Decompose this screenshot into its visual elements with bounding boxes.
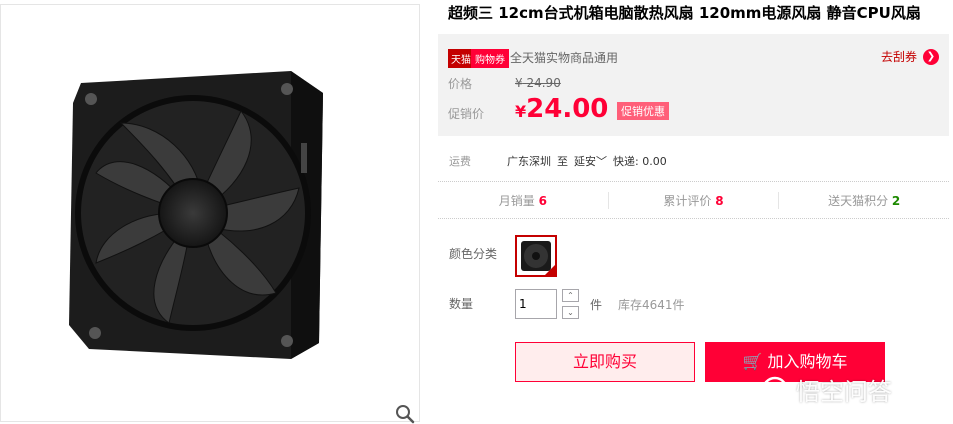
stat-label: 送天猫积分 [828, 193, 889, 208]
stat-points: 送天猫积分 2 [779, 192, 949, 209]
selected-check-icon [544, 264, 556, 276]
promo-price-label: 促销价 [448, 107, 485, 121]
coupon-description: 全天猫实物商品通用 [510, 51, 619, 65]
color-option-thumbnail[interactable] [515, 235, 557, 277]
chevron-down-icon: ﹀ [596, 155, 607, 168]
original-price-value: 24.90 [526, 76, 561, 90]
price-label: 价格 [448, 77, 473, 91]
stat-label: 累计评价 [663, 193, 712, 208]
product-image[interactable] [61, 63, 341, 363]
shipping-to-prefix: 至 [557, 155, 568, 168]
shipping-destination-select[interactable]: 延安﹀ [574, 153, 607, 169]
stat-monthly-sales: 月销量 6 [438, 191, 609, 209]
cart-icon: 🛒 [742, 352, 763, 371]
promo-badge: 促销优惠 [617, 102, 669, 120]
add-to-cart-label: 加入购物车 [767, 352, 848, 371]
shipping-label: 运费 [449, 155, 471, 168]
promo-currency-symbol: ¥ [515, 102, 527, 121]
watermark-logo-icon [761, 376, 789, 403]
watermark-text: 悟空问答 [796, 378, 892, 406]
get-coupon-link[interactable]: 去刮券 ❯ [881, 48, 939, 65]
sales-stats: 月销量 6 累计评价 8 送天猫积分 2 [438, 181, 949, 219]
stat-value: 8 [715, 193, 724, 208]
stat-value: 6 [538, 193, 547, 208]
promo-price-value: 24.00 [526, 94, 609, 124]
shipping-method: 快递: 0.00 [613, 155, 667, 168]
product-title: 超频三 12cm台式机箱电脑散热风扇 120mm电源风扇 静音CPU风扇 [448, 4, 921, 22]
chevron-right-icon: ❯ [923, 48, 939, 65]
coupon-tag: 购物券 [471, 49, 509, 68]
quantity-increase-button[interactable]: ⌃ [562, 289, 579, 302]
stat-label: 月销量 [498, 193, 535, 208]
stat-value: 2 [891, 193, 901, 208]
quantity-unit: 件 [590, 298, 603, 312]
currency-symbol: ¥ [515, 76, 523, 90]
shipping-row: 运费 广东深圳 至 延安﹀ 快递: 0.00 [449, 153, 667, 169]
stat-reviews[interactable]: 累计评价 8 [609, 191, 780, 209]
watermark: 悟空问答 [760, 372, 892, 407]
zoom-icon[interactable] [395, 404, 415, 424]
color-option-label: 颜色分类 [449, 247, 498, 261]
quantity-label: 数量 [449, 297, 474, 311]
buy-now-button[interactable]: 立即购买 [515, 342, 695, 382]
promo-price: ¥24.00 [515, 94, 608, 124]
product-image-panel [0, 4, 420, 424]
quantity-decrease-button[interactable]: ⌄ [562, 306, 579, 319]
shipping-from: 广东深圳 [507, 155, 551, 168]
stock-count: 库存4641件 [618, 298, 685, 312]
shipping-destination: 延安 [574, 155, 596, 168]
get-coupon-label: 去刮券 [880, 50, 917, 64]
quantity-input[interactable] [515, 289, 557, 319]
price-box: 天猫 购物券 全天猫实物商品通用 去刮券 ❯ 价格 ¥ 24.90 促销价 ¥2… [438, 34, 949, 136]
original-price: ¥ 24.90 [515, 76, 561, 90]
